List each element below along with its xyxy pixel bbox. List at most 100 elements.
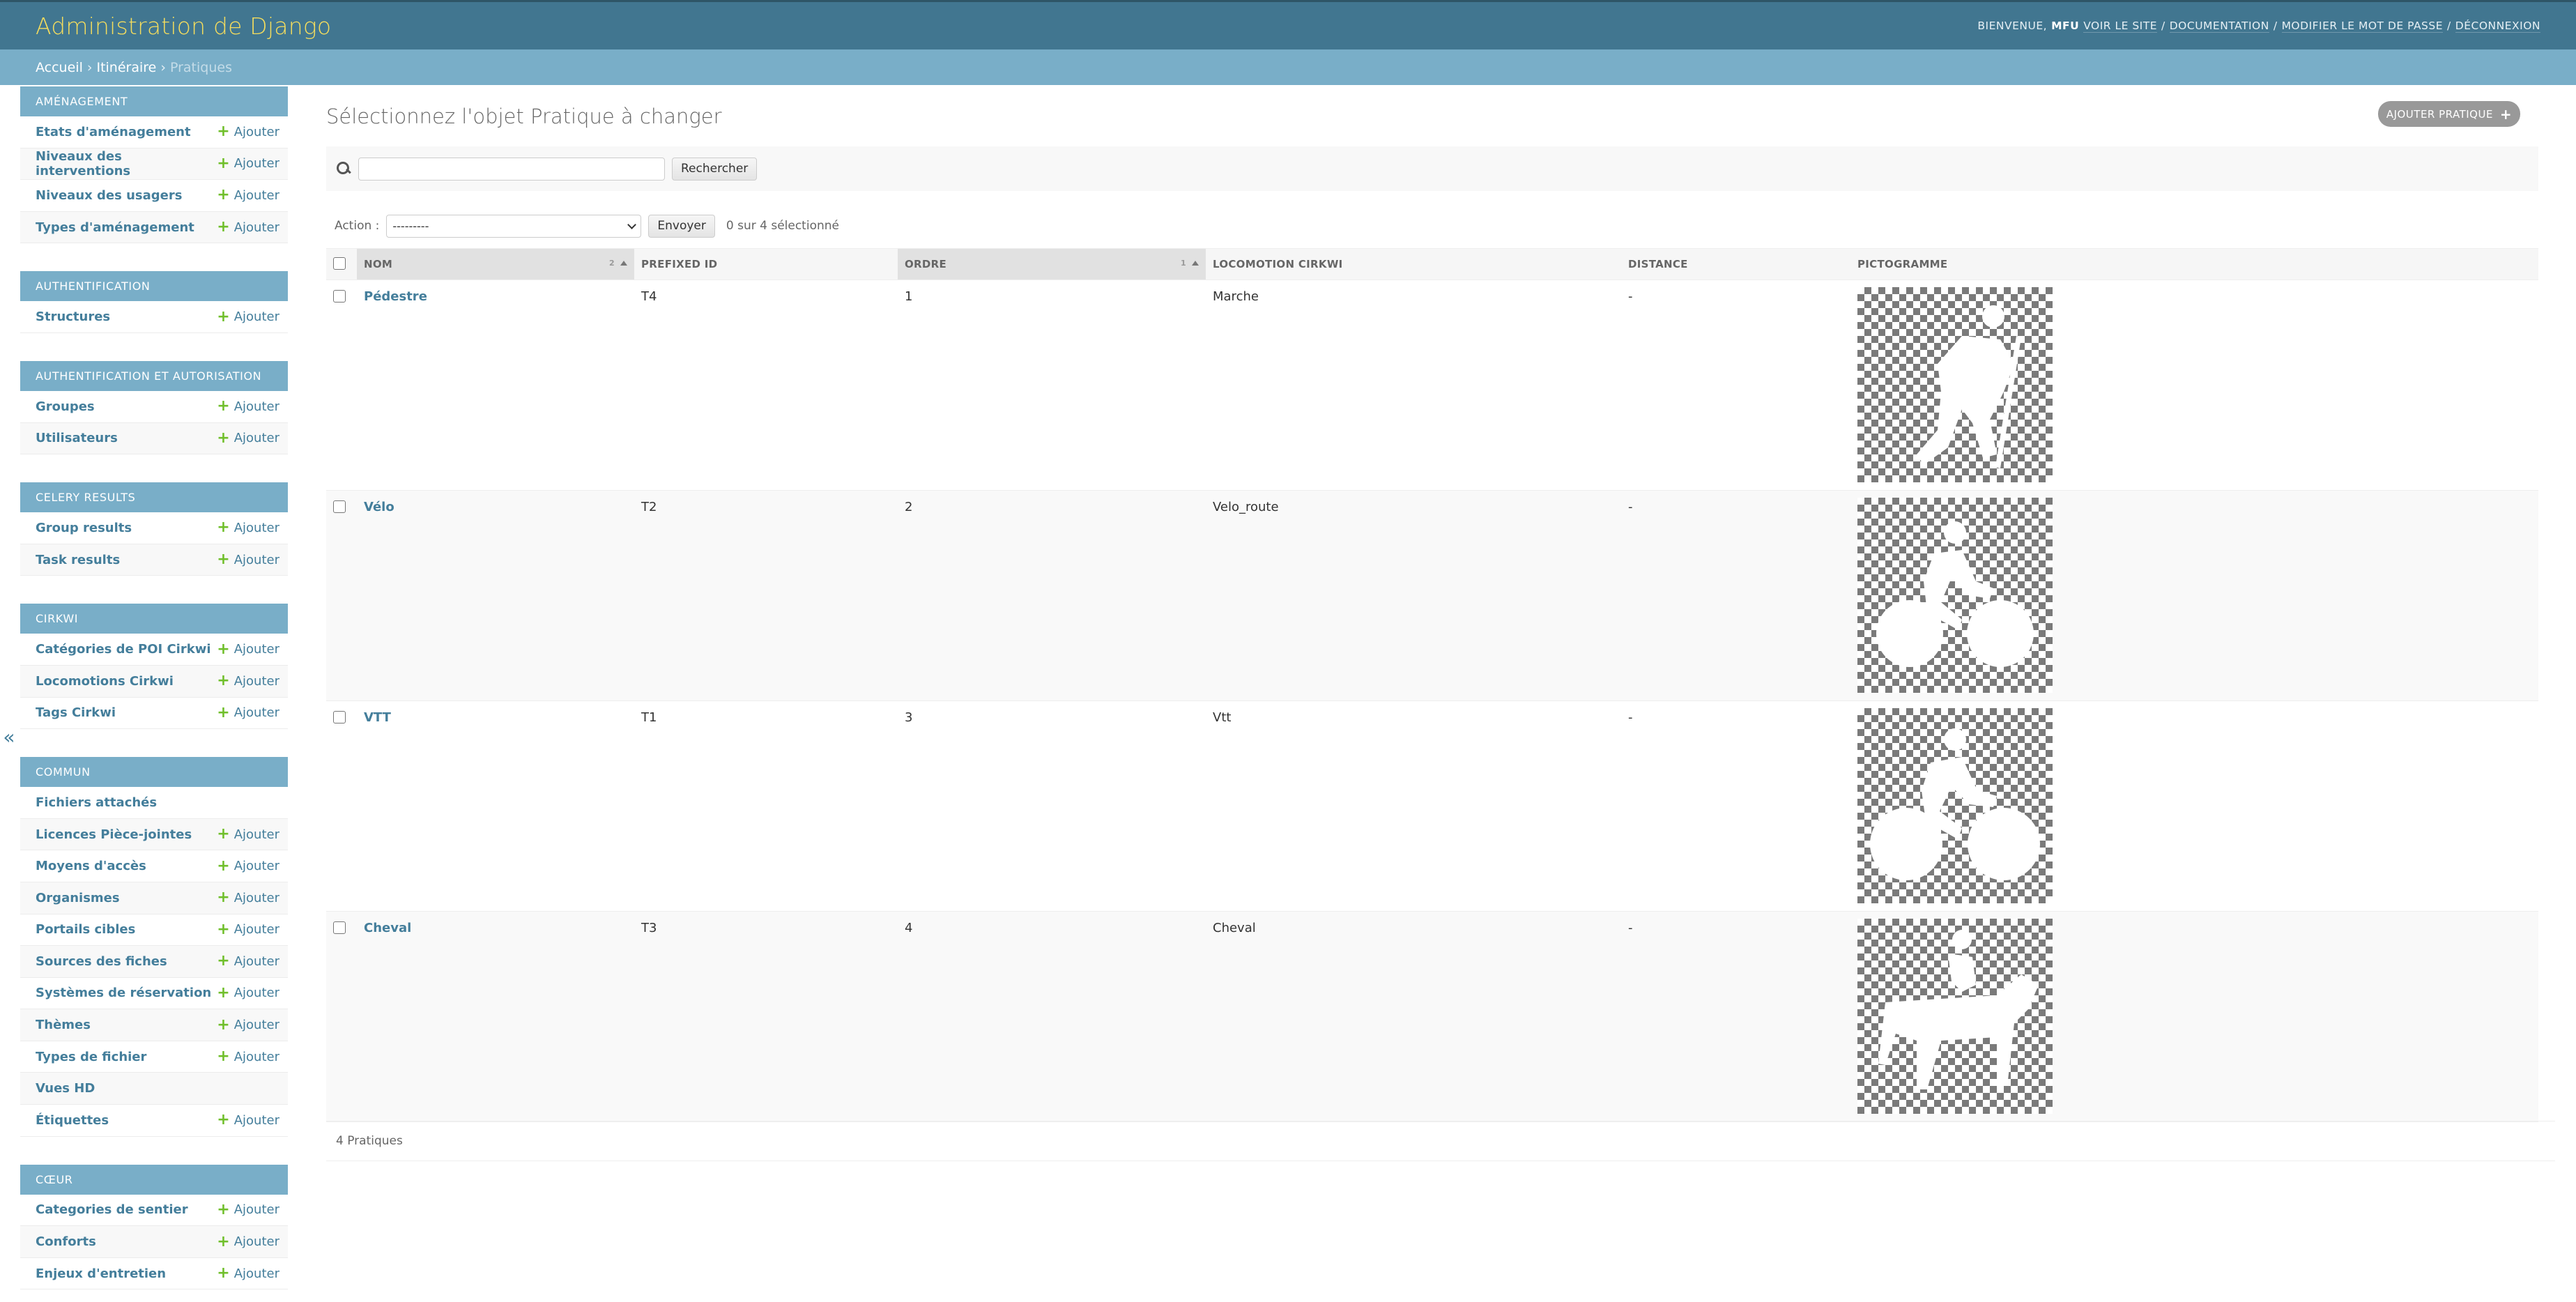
sidebar-add-link[interactable]: + Ajouter (217, 1202, 279, 1218)
result-table: Nom 2 Prefixed ID Ordre 1 (326, 248, 2538, 1122)
sidebar-model-link[interactable]: Types d'aménagement (36, 220, 194, 235)
plus-icon: + (217, 1264, 230, 1282)
sidebar-add-link[interactable]: + Ajouter (217, 1266, 279, 1281)
sidebar-model-link[interactable]: Organismes (36, 891, 120, 905)
sort-ascending-icon[interactable] (620, 261, 627, 266)
sidebar-add-link[interactable]: + Ajouter (217, 921, 279, 937)
sidebar-model-link[interactable]: Thèmes (36, 1018, 91, 1032)
sidebar-add-link[interactable]: + Ajouter (217, 890, 279, 905)
sidebar-add-link[interactable]: + Ajouter (217, 827, 279, 842)
sort-ascending-icon[interactable] (1192, 261, 1199, 266)
sidebar-model-link[interactable]: Locomotions Cirkwi (36, 674, 174, 689)
action-submit-button[interactable]: Envoyer (648, 214, 715, 238)
row-ordre: 2 (905, 500, 913, 514)
row-name-link[interactable]: Vélo (364, 500, 394, 514)
plus-icon: + (217, 640, 230, 658)
sidebar-module: Celery Results Group results + Ajouter Task … (20, 482, 288, 576)
add-pratique-button[interactable]: Ajouter Pratique + (2378, 101, 2520, 127)
sidebar-add-link[interactable]: + Ajouter (217, 1234, 279, 1250)
sidebar-add-link[interactable]: + Ajouter (217, 187, 279, 203)
sidebar-model-link[interactable]: Moyens d'accès (36, 859, 146, 873)
sidebar-add-link[interactable]: + Ajouter (217, 220, 279, 235)
sidebar-model-link[interactable]: Étiquettes (36, 1113, 109, 1128)
sidebar-model-link[interactable]: Systèmes de réservation (36, 986, 211, 1000)
row-name-link[interactable]: VTT (364, 710, 391, 725)
sidebar-model-link[interactable]: Licences Pièce-jointes (36, 827, 192, 842)
sidebar-model-link[interactable]: Enjeux d'entretien (36, 1266, 166, 1281)
sidebar-add-link[interactable]: + Ajouter (217, 155, 279, 171)
sidebar-add-link[interactable]: + Ajouter (217, 705, 279, 721)
chevron-down-icon (627, 220, 637, 229)
breadcrumb-home[interactable]: Accueil (36, 60, 83, 75)
sidebar-add-link[interactable]: + Ajouter (217, 309, 279, 325)
sidebar-model-link[interactable]: Conforts (36, 1234, 96, 1249)
sidebar-model-link[interactable]: Utilisateurs (36, 431, 118, 445)
sidebar-module-caption[interactable]: Authentification (20, 271, 288, 302)
search-input[interactable] (358, 157, 665, 181)
sidebar-model-link[interactable]: Portails cibles (36, 922, 135, 937)
sidebar-add-link[interactable]: + Ajouter (217, 673, 279, 689)
sidebar-add-link[interactable]: + Ajouter (217, 552, 279, 567)
sidebar-module-caption[interactable]: Commun (20, 757, 288, 788)
select-all-checkbox[interactable] (333, 256, 346, 270)
site-title[interactable]: Administration de Django (36, 13, 331, 40)
row-checkbox[interactable] (333, 711, 346, 723)
sidebar-model-link[interactable]: Categories de sentier (36, 1202, 188, 1217)
sidebar-model-link[interactable]: Niveaux des usagers (36, 188, 182, 203)
sidebar-model-row: Structures + Ajouter (20, 301, 288, 333)
sidebar-model-link[interactable]: Task results (36, 553, 120, 567)
sidebar-module-caption[interactable]: Celery Results (20, 482, 288, 513)
breadcrumb-app[interactable]: Itinéraire (96, 60, 156, 75)
sidebar-model-link[interactable]: Sources des fiches (36, 954, 167, 969)
action-select[interactable]: --------- (386, 214, 642, 238)
sidebar-model-link[interactable]: Catégories de POI Cirkwi (36, 642, 211, 657)
search-button[interactable]: Rechercher (672, 157, 758, 181)
sidebar-add-link[interactable]: + Ajouter (217, 858, 279, 874)
documentation-link[interactable]: Documentation (2169, 20, 2269, 33)
logout-link[interactable]: Déconnexion (2455, 20, 2540, 33)
sidebar-model-link[interactable]: Tags Cirkwi (36, 705, 116, 720)
row-name-link[interactable]: Pédestre (364, 289, 427, 304)
sidebar-module-caption[interactable]: Authentification et autorisation (20, 360, 288, 391)
column-header-distance[interactable]: Distance (1621, 248, 1850, 280)
sidebar-model-link[interactable]: Vues HD (36, 1081, 95, 1096)
sidebar-model-link[interactable]: Niveaux des interventions (36, 149, 217, 178)
change-password-link[interactable]: Modifier le mot de passe (2281, 20, 2444, 33)
sidebar-add-link[interactable]: + Ajouter (217, 430, 279, 446)
sidebar-model-link[interactable]: Types de fichier (36, 1050, 146, 1064)
sidebar-module-caption[interactable]: Cœur (20, 1164, 288, 1195)
row-checkbox[interactable] (333, 500, 346, 513)
sidebar-add-link[interactable]: + Ajouter (217, 1049, 279, 1064)
sidebar-model-link[interactable]: Structures (36, 309, 110, 324)
action-label: Action : (335, 219, 380, 233)
row-locomotion-cell: Marche (1206, 280, 1621, 491)
sidebar-add-link[interactable]: + Ajouter (217, 640, 279, 658)
row-checkbox[interactable] (333, 921, 346, 934)
sidebar-module-caption[interactable]: Cirkwi (20, 604, 288, 634)
column-header-ordre[interactable]: Ordre 1 (898, 248, 1206, 280)
view-site-link[interactable]: Voir le site (2083, 20, 2158, 33)
sidebar-model-link[interactable]: Fichiers attachés (36, 795, 157, 810)
row-name-link[interactable]: Cheval (364, 921, 411, 935)
sidebar-module-caption[interactable]: Aménagement (20, 86, 288, 116)
sidebar-add-link[interactable]: + Ajouter (217, 520, 279, 535)
sidebar-model-row: Locomotions Cirkwi + Ajouter (20, 665, 288, 698)
sidebar-model-row: Categories de sentier + Ajouter (20, 1195, 288, 1227)
sidebar-model-link[interactable]: Groupes (36, 399, 95, 414)
sidebar-add-link[interactable]: + Ajouter (217, 124, 279, 139)
sidebar-model-link[interactable]: Group results (36, 521, 132, 535)
sidebar-add-link[interactable]: + Ajouter (217, 1017, 279, 1033)
sidebar-add-link[interactable]: + Ajouter (217, 953, 279, 969)
row-checkbox[interactable] (333, 290, 346, 302)
column-header-nom[interactable]: Nom 2 (357, 248, 634, 280)
plus-icon: + (217, 397, 230, 415)
sidebar-add-label: Ajouter (233, 1018, 279, 1033)
sidebar-add-link[interactable]: + Ajouter (217, 1112, 279, 1128)
sidebar-add-link[interactable]: + Ajouter (217, 985, 279, 1001)
column-header-locomotion-cirkwi[interactable]: Locomotion cirkwi (1206, 248, 1621, 280)
sidebar-model-link[interactable]: Etats d'aménagement (36, 125, 191, 139)
row-ordre: 4 (905, 921, 913, 935)
column-header-prefixed-id[interactable]: Prefixed ID (634, 248, 898, 280)
sidebar-add-link[interactable]: + Ajouter (217, 399, 279, 414)
toggle-sidebar-button[interactable]: « (2, 725, 16, 750)
